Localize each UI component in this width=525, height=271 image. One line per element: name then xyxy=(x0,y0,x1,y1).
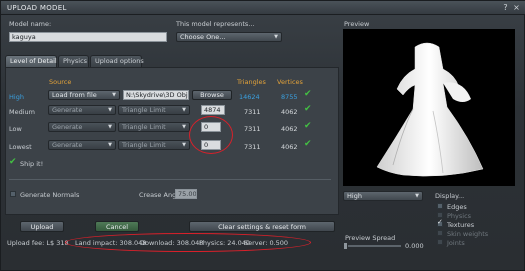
generate-normals-label: Generate Normals xyxy=(20,191,80,199)
lod-medium-limit-input[interactable]: 4874 xyxy=(201,105,225,115)
preview-lod-value: High xyxy=(347,192,362,200)
preview-spread-value: 0.000 xyxy=(405,242,424,250)
lod-medium-check-icon: ✔ xyxy=(304,104,312,114)
upload-model-window: UPLOAD MODEL ? × Model name: kaguya This… xyxy=(0,0,525,271)
represents-label: This model represents... xyxy=(176,20,255,28)
lod-lowest-limit-dropdown[interactable]: Triangle Limit ▼ xyxy=(118,140,190,150)
chevron-down-icon: ▼ xyxy=(112,92,116,98)
lod-low-limit-value: Triangle Limit xyxy=(122,123,166,131)
lod-lowest-limit-value: Triangle Limit xyxy=(122,141,166,149)
model-name-input[interactable]: kaguya xyxy=(9,32,167,42)
chevron-down-icon: ▼ xyxy=(182,107,186,113)
source-header: Source xyxy=(49,78,72,86)
lod-medium-mode-dropdown[interactable]: Generate ▼ xyxy=(48,105,116,115)
skin-weights-checkbox[interactable] xyxy=(437,230,443,236)
preview-label: Preview xyxy=(344,20,370,28)
chevron-down-icon: ▼ xyxy=(108,107,112,113)
model-name-label: Model name: xyxy=(9,20,52,28)
lod-lowest-vertices: 4062 xyxy=(281,143,298,151)
chevron-down-icon: ▼ xyxy=(108,142,112,148)
divider xyxy=(9,179,331,180)
lod-medium-triangles: 7311 xyxy=(244,108,261,116)
title-bar[interactable]: UPLOAD MODEL ? × xyxy=(1,1,525,15)
textures-checkbox[interactable] xyxy=(437,218,443,227)
skin-weights-label: Skin weights xyxy=(447,230,489,238)
cancel-button[interactable]: Cancel xyxy=(95,221,139,232)
lod-medium-mode-value: Generate xyxy=(52,106,83,114)
ship-it-check-icon: ✔ xyxy=(9,157,17,167)
lod-row-high-label: High xyxy=(9,93,24,101)
close-icon[interactable]: × xyxy=(512,3,521,12)
ship-it-label: Ship it! xyxy=(20,160,44,168)
browse-button[interactable]: Browse xyxy=(192,90,232,100)
chevron-down-icon: ▼ xyxy=(182,142,186,148)
tab-level-of-detail[interactable]: Level of Detail xyxy=(5,55,57,67)
window-title: UPLOAD MODEL xyxy=(7,4,67,12)
dress-model-image xyxy=(376,42,484,177)
lod-high-file-input[interactable]: N:\Skydrive\3D Object xyxy=(123,90,189,100)
lod-low-mode-value: Generate xyxy=(52,123,83,131)
preview-spread-slider[interactable] xyxy=(345,245,401,247)
upload-fee: Upload fee: L$ 318 xyxy=(7,239,69,247)
represents-value: Choose One... xyxy=(180,33,226,41)
lod-high-mode-dropdown[interactable]: Load from file ▼ xyxy=(48,90,120,100)
chevron-down-icon: ▼ xyxy=(415,193,419,199)
lod-medium-limit-value: Triangle Limit xyxy=(122,106,166,114)
lod-high-vertices: 8755 xyxy=(281,93,298,101)
lod-low-vertices: 4062 xyxy=(281,125,298,133)
annotation-ellipse-status xyxy=(65,233,311,252)
lod-lowest-check-icon: ✔ xyxy=(304,139,312,149)
lod-low-triangles: 7311 xyxy=(244,125,261,133)
lod-lowest-mode-value: Generate xyxy=(52,141,83,149)
clear-reset-button[interactable]: Clear settings & reset form xyxy=(189,221,335,232)
lod-low-limit-dropdown[interactable]: Triangle Limit ▼ xyxy=(118,122,190,132)
lod-high-triangles: 14624 xyxy=(239,93,260,101)
lod-row-medium-label: Medium xyxy=(9,108,35,116)
chevron-down-icon: ▼ xyxy=(108,124,112,130)
display-label: Display... xyxy=(435,192,465,200)
lod-medium-vertices: 4062 xyxy=(281,108,298,116)
preview-lod-dropdown[interactable]: High ▼ xyxy=(343,191,423,201)
joints-checkbox[interactable] xyxy=(437,239,443,245)
lod-lowest-triangles: 7311 xyxy=(244,143,261,151)
lod-lowest-mode-dropdown[interactable]: Generate ▼ xyxy=(48,140,116,150)
edges-label: Edges xyxy=(447,203,467,211)
chevron-down-icon: ▼ xyxy=(182,124,186,130)
help-icon[interactable]: ? xyxy=(501,3,510,12)
preview-spread-label: Preview Spread xyxy=(345,234,396,242)
upload-button[interactable]: Upload xyxy=(20,221,64,232)
triangles-header: Triangles xyxy=(237,78,266,86)
physics-label: Physics xyxy=(447,212,472,220)
lod-row-low-label: Low xyxy=(9,125,22,133)
tab-physics[interactable]: Physics xyxy=(58,55,89,67)
chevron-down-icon: ▼ xyxy=(274,34,278,40)
lod-high-mode-value: Load from file xyxy=(52,91,97,99)
lod-low-check-icon: ✔ xyxy=(304,121,312,131)
tab-upload-options[interactable]: Upload options xyxy=(90,55,144,67)
textures-label: Textures xyxy=(447,221,475,229)
joints-label: Joints xyxy=(447,239,465,247)
lod-low-mode-dropdown[interactable]: Generate ▼ xyxy=(48,122,116,132)
represents-dropdown[interactable]: Choose One... ▼ xyxy=(176,32,282,42)
lod-high-check-icon: ✔ xyxy=(304,89,312,99)
annotation-ellipse-limits xyxy=(189,116,233,154)
vertices-header: Vertices xyxy=(277,78,303,86)
edges-checkbox[interactable] xyxy=(437,203,443,209)
generate-normals-checkbox[interactable] xyxy=(10,191,16,197)
model-preview-viewport[interactable] xyxy=(343,29,515,186)
lod-row-lowest-label: Lowest xyxy=(9,143,32,151)
lod-medium-limit-dropdown[interactable]: Triangle Limit ▼ xyxy=(118,105,190,115)
preview-spread-handle[interactable] xyxy=(343,242,348,250)
crease-angle-input[interactable]: 75.000 xyxy=(175,189,197,199)
